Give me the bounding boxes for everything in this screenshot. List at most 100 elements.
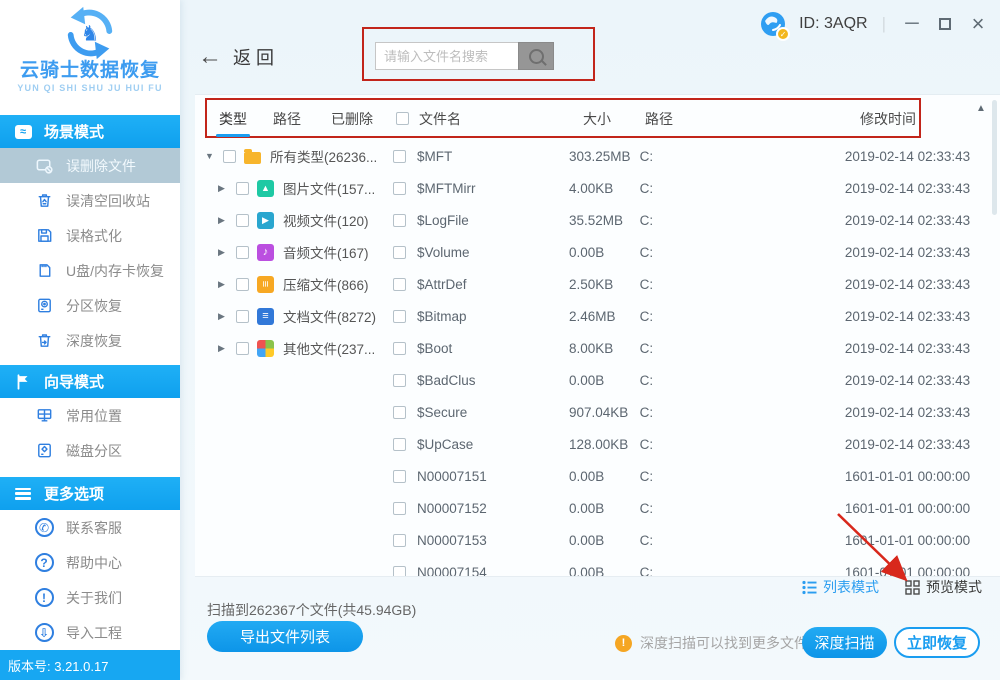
- section-header-more-options[interactable]: 更多选项: [0, 477, 180, 510]
- tree-checkbox[interactable]: [236, 310, 249, 323]
- sidebar-item-label: 深度恢复: [66, 331, 122, 351]
- sidebar-item-help-center[interactable]: ? 帮助中心: [0, 545, 180, 580]
- tree-item[interactable]: ▶ 视频文件(120): [195, 204, 380, 236]
- sidebar-item-label: 导入工程: [66, 623, 122, 643]
- cell-file-path: C:: [640, 437, 845, 452]
- table-row[interactable]: $MFTMirr4.00KBC:2019-02-14 02:33:43: [380, 172, 990, 204]
- tree-checkbox[interactable]: [223, 150, 236, 163]
- row-checkbox[interactable]: [393, 470, 406, 483]
- back-button[interactable]: ← 返 回: [198, 44, 274, 70]
- cell-file-mtime: 2019-02-14 02:33:43: [845, 437, 990, 452]
- minimize-button[interactable]: ─: [900, 11, 924, 37]
- table-row[interactable]: $UpCase128.00KBC:2019-02-14 02:33:43: [380, 428, 990, 460]
- tree-item-label: 视频文件(120): [283, 210, 369, 230]
- collapse-caret-icon[interactable]: ▶: [218, 279, 230, 290]
- tree-item-label: 图片文件(157...: [283, 178, 375, 198]
- search-button[interactable]: [518, 42, 554, 70]
- export-file-list-button[interactable]: 导出文件列表: [207, 621, 363, 652]
- section-header-wizard-mode[interactable]: 向导模式: [0, 365, 180, 398]
- table-row[interactable]: N000071520.00BC:1601-01-01 00:00:00: [380, 492, 990, 524]
- row-checkbox[interactable]: [393, 534, 406, 547]
- row-checkbox[interactable]: [393, 246, 406, 259]
- table-row[interactable]: $Volume0.00BC:2019-02-14 02:33:43: [380, 236, 990, 268]
- row-checkbox[interactable]: [393, 310, 406, 323]
- column-header-size[interactable]: 大小: [583, 109, 611, 129]
- tree-checkbox[interactable]: [236, 342, 249, 355]
- account-icon[interactable]: ✓: [760, 11, 786, 37]
- tree-item[interactable]: ▶其他文件(237...: [195, 332, 380, 364]
- table-row[interactable]: $BadClus0.00BC:2019-02-14 02:33:43: [380, 364, 990, 396]
- tab-path[interactable]: 路径: [273, 109, 301, 129]
- tree-checkbox[interactable]: [236, 182, 249, 195]
- sidebar-item-deep-recovery[interactable]: 深度恢复: [0, 323, 180, 358]
- collapse-caret-icon[interactable]: ▶: [218, 215, 230, 226]
- table-row[interactable]: N000071530.00BC:1601-01-01 00:00:00: [380, 524, 990, 556]
- row-checkbox[interactable]: [393, 150, 406, 163]
- tab-deleted[interactable]: 已删除: [331, 109, 373, 129]
- column-header-path[interactable]: 路径: [645, 109, 673, 129]
- row-checkbox[interactable]: [393, 214, 406, 227]
- tree-checkbox[interactable]: [236, 278, 249, 291]
- select-all-checkbox[interactable]: [396, 112, 409, 125]
- preview-mode-button[interactable]: 预览模式: [905, 577, 982, 597]
- tree-item[interactable]: ▼所有类型(26236...: [195, 140, 380, 172]
- cell-file-mtime: 2019-02-14 02:33:43: [845, 245, 990, 260]
- collapse-caret-icon[interactable]: ▶: [218, 343, 230, 354]
- sidebar-item-disk-partitions[interactable]: 磁盘分区: [0, 433, 180, 468]
- row-checkbox[interactable]: [393, 566, 406, 577]
- scroll-up-icon[interactable]: ▲: [976, 103, 986, 114]
- row-checkbox[interactable]: [393, 406, 406, 419]
- collapse-caret-icon[interactable]: ▶: [218, 311, 230, 322]
- section-header-scene-mode[interactable]: ≈ 场景模式: [0, 115, 180, 148]
- row-checkbox[interactable]: [393, 182, 406, 195]
- table-row[interactable]: N000071510.00BC:1601-01-01 00:00:00: [380, 460, 990, 492]
- verified-check-icon: ✓: [776, 27, 790, 41]
- maximize-button[interactable]: [933, 11, 957, 37]
- sidebar-item-import-project[interactable]: ⇩ 导入工程: [0, 615, 180, 650]
- sidebar-item-emptied-recycle-bin[interactable]: 误清空回收站: [0, 183, 180, 218]
- tree-item[interactable]: ▶ 图片文件(157...: [195, 172, 380, 204]
- tree-checkbox[interactable]: [236, 246, 249, 259]
- column-header-name[interactable]: 文件名: [419, 109, 461, 129]
- table-row[interactable]: N000071540.00BC:1601-01-01 00:00:00: [380, 556, 990, 576]
- row-checkbox[interactable]: [393, 374, 406, 387]
- search-input[interactable]: [375, 42, 518, 70]
- deep-scan-button[interactable]: 深度扫描: [802, 627, 887, 658]
- sidebar-item-common-locations[interactable]: 常用位置: [0, 398, 180, 433]
- recover-now-button[interactable]: 立即恢复: [894, 627, 980, 658]
- tree-item[interactable]: ▶压缩文件(866): [195, 268, 380, 300]
- collapse-caret-icon[interactable]: ▶: [218, 247, 230, 258]
- sidebar-item-usb-sd-recovery[interactable]: U盘/内存卡恢复: [0, 253, 180, 288]
- scrollbar-thumb[interactable]: [992, 100, 997, 215]
- cell-file-mtime: 2019-02-14 02:33:43: [845, 277, 990, 292]
- table-row[interactable]: $LogFile35.52MBC:2019-02-14 02:33:43: [380, 204, 990, 236]
- row-checkbox[interactable]: [393, 278, 406, 291]
- sidebar: ♞ 云骑士数据恢复 YUN QI SHI SHU JU HUI FU ≈ 场景模…: [0, 0, 180, 680]
- table-row[interactable]: $AttrDef2.50KBC:2019-02-14 02:33:43: [380, 268, 990, 300]
- table-row[interactable]: $MFT303.25MBC:2019-02-14 02:33:43: [380, 140, 990, 172]
- sidebar-item-partition-recovery[interactable]: 分区恢复: [0, 288, 180, 323]
- row-checkbox[interactable]: [393, 342, 406, 355]
- sidebar-item-about-us[interactable]: ! 关于我们: [0, 580, 180, 615]
- sidebar-item-deleted-files[interactable]: 误删除文件: [0, 148, 180, 183]
- tab-type[interactable]: 类型: [219, 109, 247, 129]
- sidebar-item-formatted[interactable]: 误格式化: [0, 218, 180, 253]
- deleted-file-icon: [34, 156, 54, 176]
- column-header-mtime[interactable]: 修改时间: [860, 109, 916, 129]
- tree-checkbox[interactable]: [236, 214, 249, 227]
- row-checkbox[interactable]: [393, 502, 406, 515]
- table-row[interactable]: $Boot8.00KBC:2019-02-14 02:33:43: [380, 332, 990, 364]
- tree-item[interactable]: ▶音频文件(167): [195, 236, 380, 268]
- table-row[interactable]: $Bitmap2.46MBC:2019-02-14 02:33:43: [380, 300, 990, 332]
- sidebar-item-contact-support[interactable]: ✆ 联系客服: [0, 510, 180, 545]
- help-question-icon: ?: [34, 553, 54, 573]
- cell-file-name: $MFTMirr: [417, 181, 569, 196]
- row-checkbox[interactable]: [393, 438, 406, 451]
- expand-caret-icon[interactable]: ▼: [205, 151, 217, 161]
- close-button[interactable]: ×: [966, 11, 990, 37]
- folder-icon: [244, 152, 261, 164]
- list-mode-button[interactable]: 列表模式: [802, 577, 879, 597]
- tree-item[interactable]: ▶文档文件(8272): [195, 300, 380, 332]
- table-row[interactable]: $Secure907.04KBC:2019-02-14 02:33:43: [380, 396, 990, 428]
- collapse-caret-icon[interactable]: ▶: [218, 183, 230, 194]
